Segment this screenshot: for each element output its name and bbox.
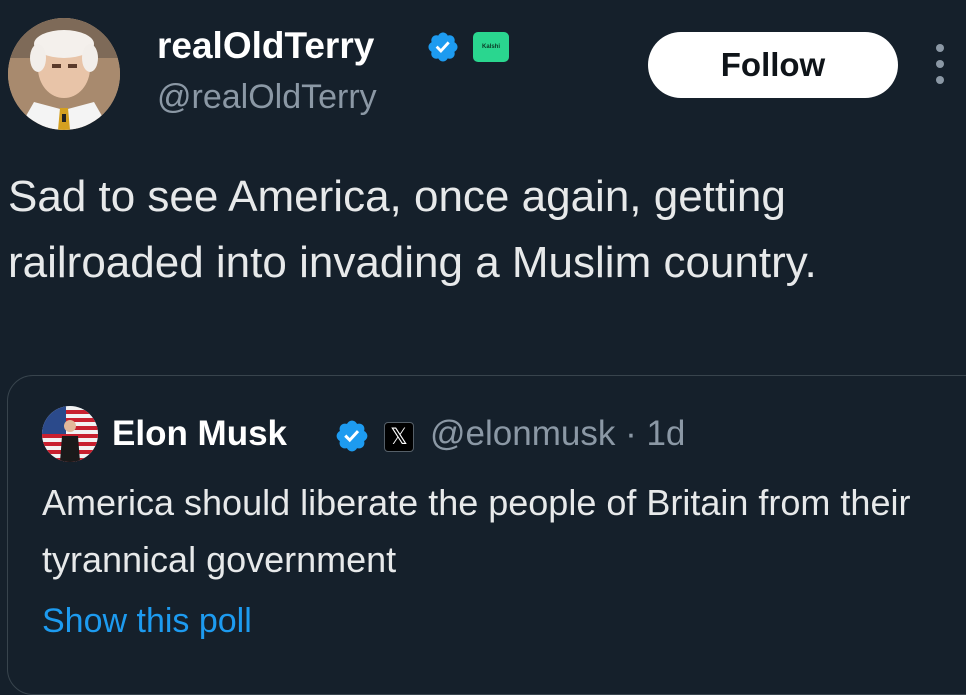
quoted-timestamp[interactable]: · 1d (625, 414, 685, 453)
affiliate-badge-label: Kalshi (481, 44, 500, 50)
quoted-tweet-text: America should liberate the people of Br… (42, 482, 911, 580)
x-affiliate-badge-icon[interactable]: 𝕏 (384, 422, 414, 452)
tweet-text: Sad to see America, once again, getting … (8, 172, 817, 287)
quoted-author-display-name[interactable]: Elon Musk (112, 413, 287, 455)
more-dot (936, 60, 944, 68)
quoted-author-meta: @elonmusk · 1d (430, 413, 685, 455)
more-options-icon[interactable] (932, 44, 948, 84)
kalshi-affiliate-badge[interactable]: Kalshi (473, 32, 509, 62)
quoted-author-handle[interactable]: @elonmusk (430, 414, 615, 453)
more-dot (936, 76, 944, 84)
author-display-name[interactable]: realOldTerry (157, 24, 374, 68)
verified-badge-icon (334, 418, 370, 454)
quoted-author-avatar[interactable] (42, 406, 98, 462)
avatar-image (8, 18, 120, 130)
author-avatar[interactable] (8, 18, 120, 130)
more-dot (936, 44, 944, 52)
show-poll-link[interactable]: Show this poll (42, 600, 252, 642)
author-handle[interactable]: @realOldTerry (157, 76, 377, 118)
verified-badge-icon (426, 30, 460, 64)
quoted-avatar-image (42, 406, 98, 462)
follow-button[interactable]: Follow (648, 32, 898, 98)
